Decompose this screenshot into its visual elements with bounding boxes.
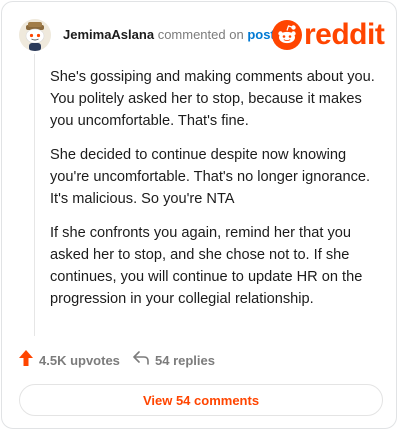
upvote-arrow-icon: [19, 349, 33, 371]
username-link[interactable]: JemimaAslana: [63, 27, 154, 42]
reddit-wordmark: reddit: [304, 18, 385, 51]
comment-paragraph: She's gossiping and making comments abou…: [50, 69, 375, 129]
replies-button[interactable]: 54 replies: [133, 349, 215, 371]
post-link[interactable]: post: [247, 27, 274, 42]
upvote-button[interactable]: 4.5K upvotes: [19, 349, 120, 371]
thread-line: [34, 54, 35, 336]
comment-paragraph: She decided to continue despite now know…: [50, 147, 371, 207]
view-comments-button[interactable]: View 54 comments: [19, 384, 383, 416]
reddit-logo[interactable]: reddit: [272, 18, 385, 51]
reply-arrow-icon: [133, 350, 149, 370]
comment-body: She's gossiping and making comments abou…: [50, 66, 376, 322]
reddit-snoo-icon: [272, 20, 302, 50]
comment-header: JemimaAslana commented on post reddit: [19, 18, 385, 51]
comment-meta: JemimaAslana commented on post: [63, 27, 275, 43]
comment-actions: 4.5K upvotes 54 replies: [19, 349, 380, 371]
comment-paragraph: If she confronts you again, remind her t…: [50, 225, 363, 307]
snoo-avatar-icon[interactable]: [19, 19, 51, 51]
reply-count: 54 replies: [155, 352, 215, 368]
commented-on-text: commented on: [157, 27, 244, 42]
upvote-count: 4.5K upvotes: [39, 352, 120, 368]
comment-card: JemimaAslana commented on post reddit Sh…: [1, 1, 397, 429]
